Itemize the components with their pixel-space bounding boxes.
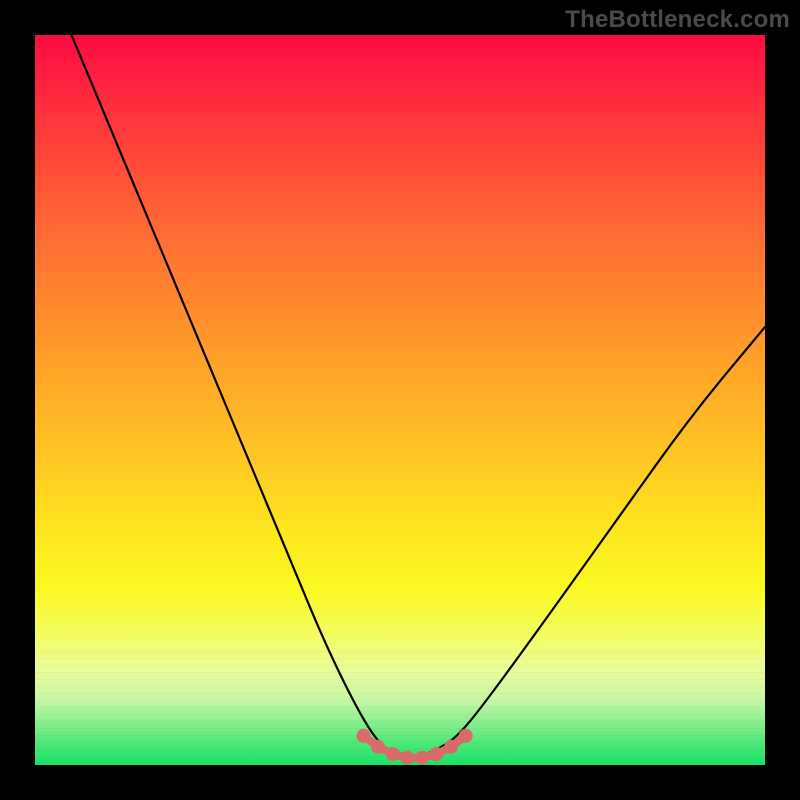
highlight-point [461, 731, 471, 741]
highlight-point [417, 753, 427, 763]
curve-layer [35, 35, 765, 765]
highlight-point [432, 749, 442, 759]
watermark-text: TheBottleneck.com [565, 6, 790, 34]
highlight-point [359, 731, 369, 741]
highlight-point [446, 742, 456, 752]
highlight-point [388, 749, 398, 759]
chart-frame: TheBottleneck.com [0, 0, 800, 800]
highlight-point [402, 753, 412, 763]
highlight-point [373, 742, 383, 752]
bottleneck-curve [72, 35, 766, 758]
plot-area [35, 35, 765, 765]
